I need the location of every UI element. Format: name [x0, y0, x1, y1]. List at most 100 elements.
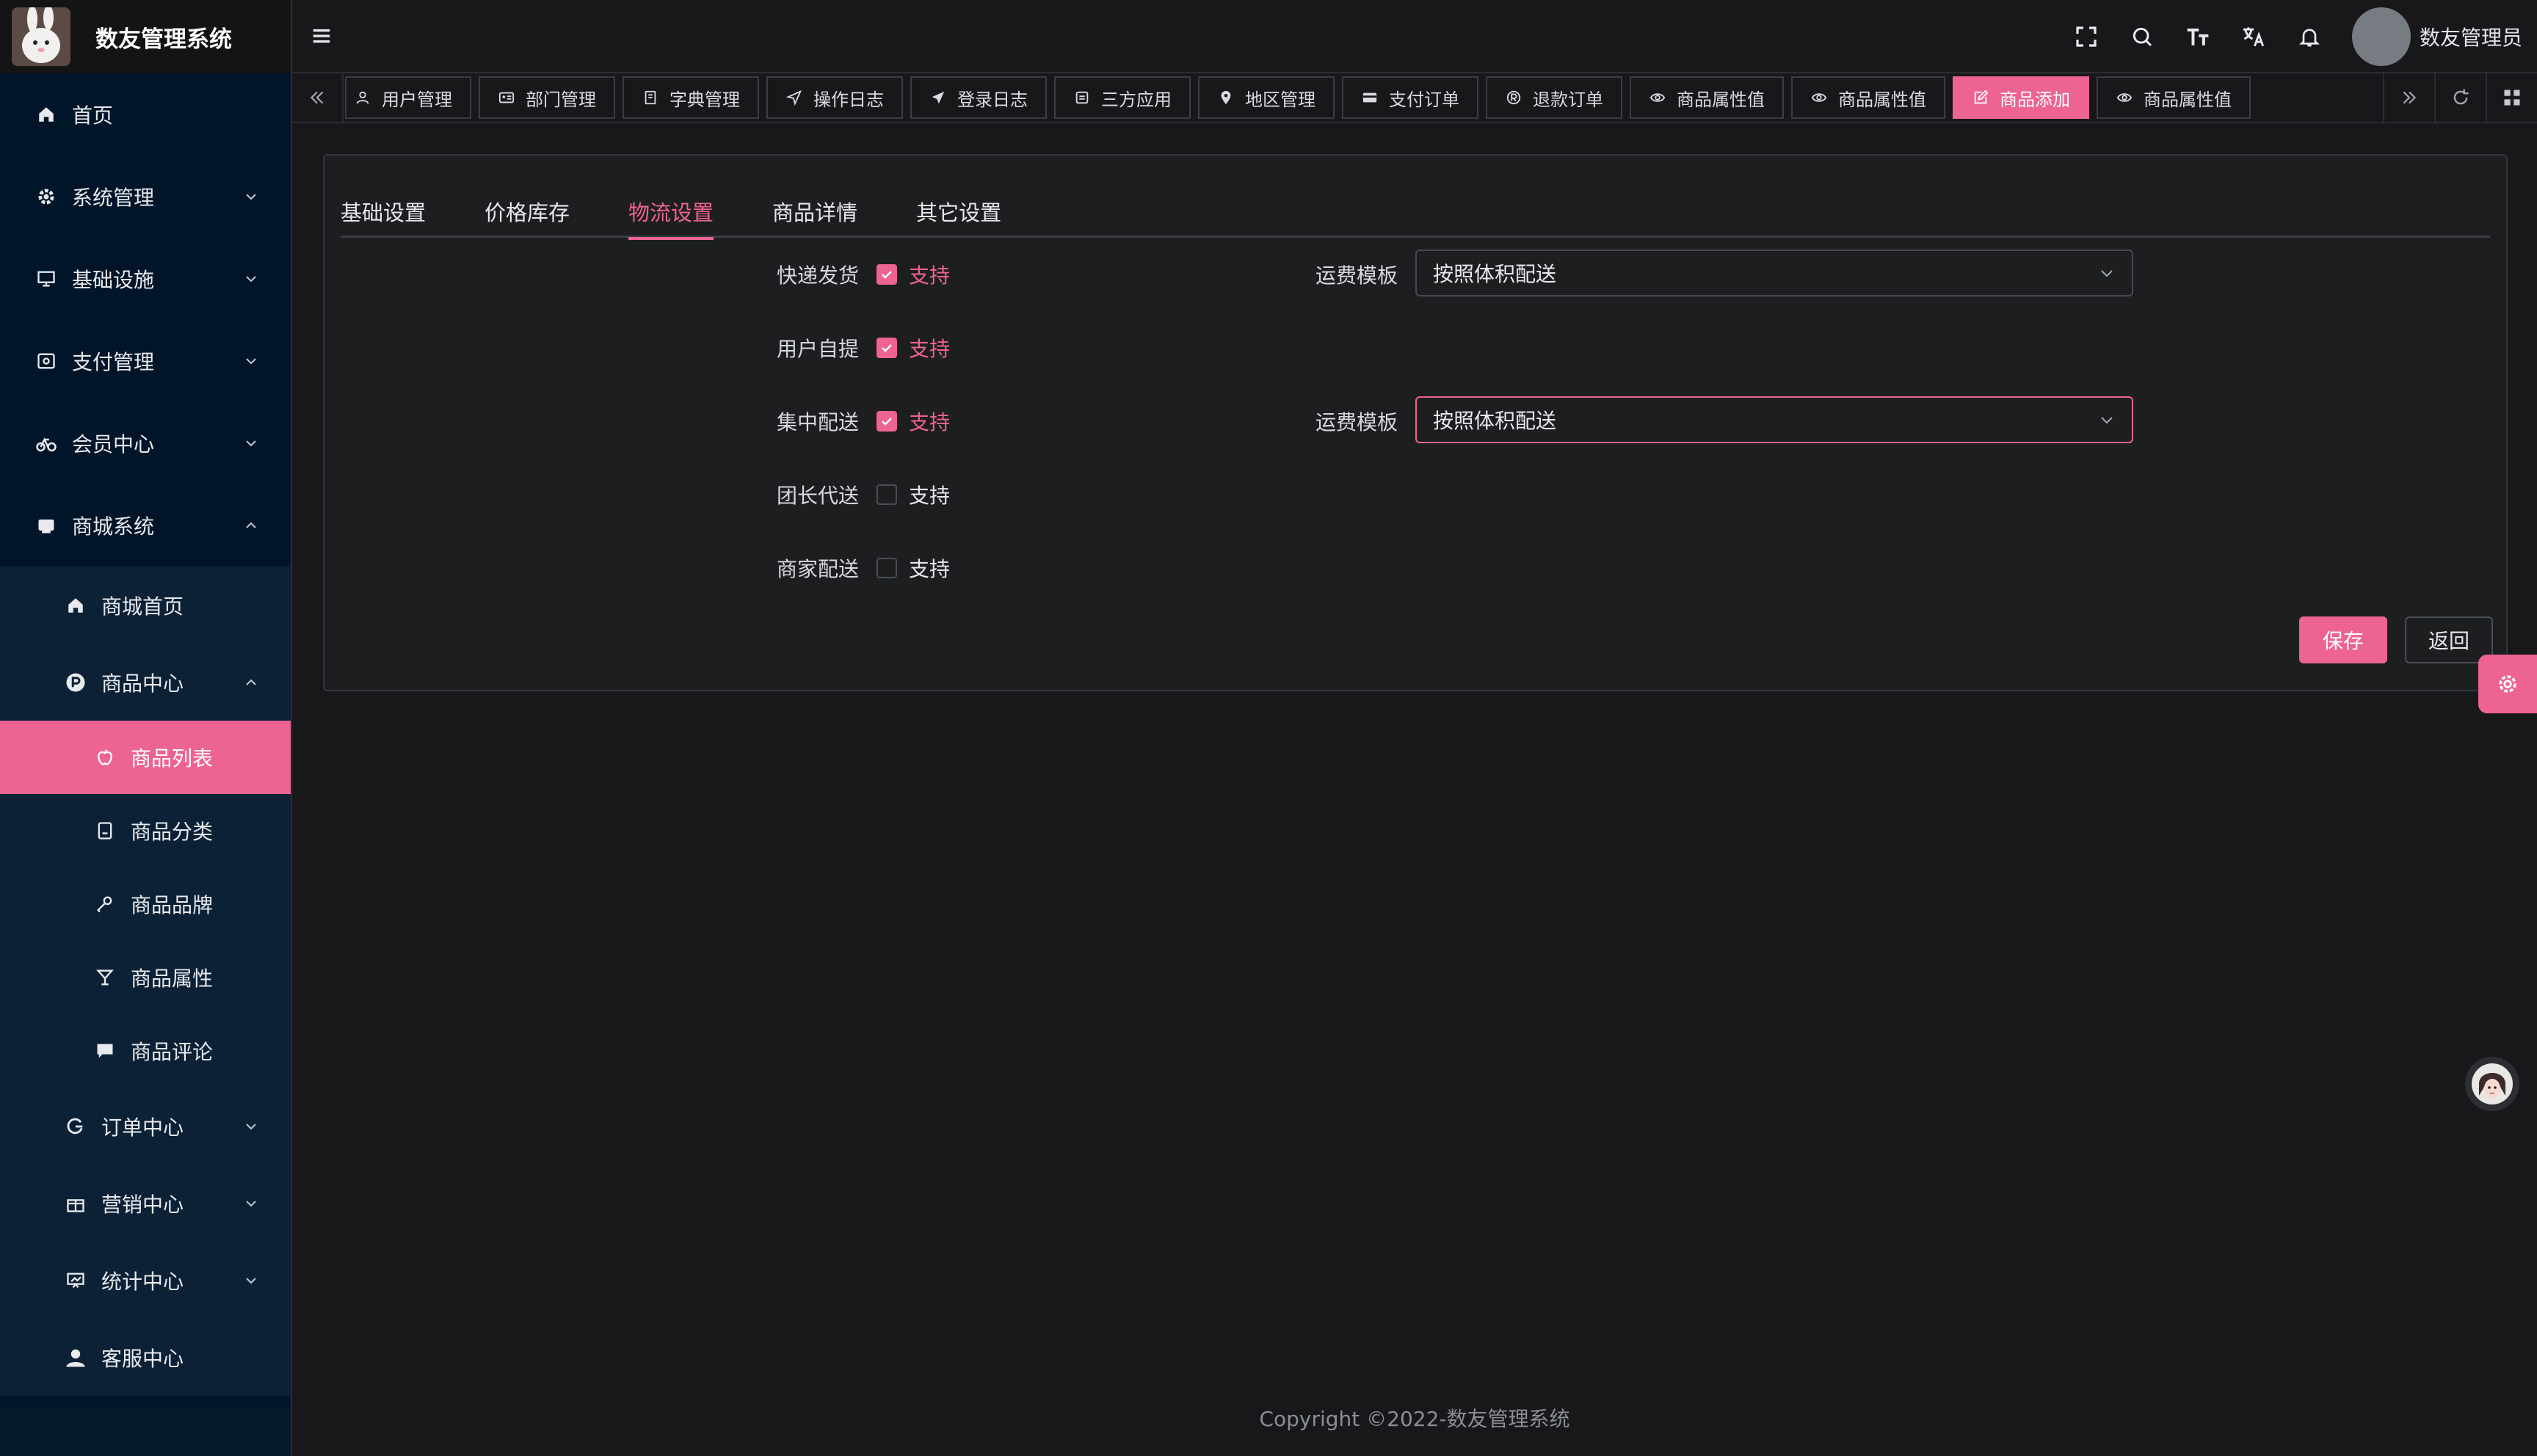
- brand[interactable]: 数友管理系统: [0, 0, 291, 73]
- tab-logistics-settings[interactable]: 物流设置: [628, 185, 714, 240]
- merchant-delivery-checkbox[interactable]: [876, 558, 898, 578]
- sidebar-item-mall[interactable]: 商城系统: [0, 484, 291, 567]
- tab-6[interactable]: 三方应用: [1054, 76, 1191, 119]
- tab-goods-detail[interactable]: 商品详情: [772, 185, 857, 238]
- sidebar-item-system[interactable]: 系统管理: [0, 156, 291, 238]
- sidebar-item-goods-list[interactable]: 商品列表: [0, 721, 291, 794]
- central-delivery-checkbox[interactable]: [876, 411, 898, 432]
- category-icon: [92, 818, 117, 843]
- sidebar-item-home[interactable]: 首页: [0, 73, 291, 156]
- tab-5[interactable]: 登录日志: [910, 76, 1047, 119]
- chevron-down-icon: [241, 1193, 261, 1214]
- assistant-avatar-button[interactable]: [2465, 1057, 2519, 1111]
- tab-label: 用户管理: [382, 89, 452, 110]
- save-button[interactable]: 保存: [2299, 616, 2387, 663]
- merchant-delivery-option[interactable]: 支持: [909, 553, 950, 583]
- sidebar-item-goods-category[interactable]: 商品分类: [0, 794, 291, 867]
- gear-icon: [2499, 675, 2516, 693]
- search-button[interactable]: [2114, 0, 2170, 73]
- gear-icon: [34, 184, 59, 209]
- tab-4[interactable]: 操作日志: [766, 76, 903, 119]
- tab-13[interactable]: 商品属性值: [2097, 76, 2251, 119]
- tabs-scroll-left-button[interactable]: [292, 73, 344, 123]
- express-delivery-option[interactable]: 支持: [909, 260, 950, 289]
- sidebar-item-member[interactable]: 会员中心: [0, 402, 291, 484]
- check-icon: [882, 418, 892, 426]
- tab-label: 商品添加: [2000, 89, 2070, 110]
- freight-template-select-1[interactable]: 按照体积配送: [1415, 250, 2133, 296]
- tab-other-settings[interactable]: 其它设置: [916, 185, 1001, 238]
- menu-toggle-button[interactable]: [292, 25, 351, 47]
- tab-price-stock[interactable]: 价格库存: [484, 185, 570, 238]
- leader-delivery-option[interactable]: 支持: [909, 480, 950, 509]
- settings-drawer-button[interactable]: [2478, 655, 2537, 713]
- central-delivery-option[interactable]: 支持: [909, 407, 950, 436]
- freight-template-select-2[interactable]: 按照体积配送: [1415, 396, 2133, 443]
- tab-label: 退款订单: [1533, 89, 1603, 110]
- top-header: 数友管理员: [292, 0, 2537, 73]
- tab-basic-settings[interactable]: 基础设置: [341, 185, 426, 238]
- sidebar-item-goods-comment[interactable]: 商品评论: [0, 1014, 291, 1088]
- fullscreen-button[interactable]: [2058, 0, 2114, 73]
- user-name[interactable]: 数友管理员: [2420, 22, 2522, 51]
- notification-button[interactable]: [2282, 0, 2337, 73]
- tab-3[interactable]: 字典管理: [623, 76, 759, 119]
- self-pickup-option[interactable]: 支持: [909, 333, 950, 363]
- font-size-button[interactable]: [2170, 0, 2226, 73]
- tabs-list: 用户管理 部门管理 字典管理 操作日志 登录日志 三方应用 地区管理 支付订单 退款订单 商品属性…: [344, 73, 2383, 123]
- leader-delivery-checkbox[interactable]: [876, 484, 898, 505]
- back-button[interactable]: 返回: [2405, 616, 2493, 663]
- chevron-down-icon: [2101, 270, 2113, 277]
- sidebar-item-label: 商品列表: [131, 746, 214, 771]
- sidebar-item-statistics[interactable]: 统计中心: [0, 1242, 291, 1319]
- header-tools: 数友管理员: [2058, 0, 2522, 73]
- tabs-scroll-right-button[interactable]: [2383, 73, 2434, 123]
- sidebar-item-order-center[interactable]: 订单中心: [0, 1088, 291, 1165]
- tab-7[interactable]: 地区管理: [1198, 76, 1335, 119]
- sidebar-item-goods-center[interactable]: 商品中心: [0, 644, 291, 721]
- tab-11[interactable]: 商品属性值: [1791, 76, 1945, 119]
- tab-12[interactable]: 商品添加: [1953, 76, 2089, 119]
- tab-10[interactable]: 商品属性值: [1630, 76, 1784, 119]
- app-name: 数友管理系统: [95, 26, 232, 53]
- sidebar-item-goods-brand[interactable]: 商品品牌: [0, 867, 291, 941]
- sidebar-item-label: 基础设施: [72, 268, 155, 292]
- tab-9[interactable]: 退款订单: [1486, 76, 1622, 119]
- chevron-down-icon: [241, 433, 261, 454]
- freight-template-row-1: 运费模板: [1315, 252, 1398, 296]
- shop-icon: [34, 513, 59, 538]
- avatar[interactable]: [2351, 7, 2411, 66]
- freight-template-label: 运费模板: [1315, 410, 1398, 434]
- tab-2[interactable]: 部门管理: [479, 76, 615, 119]
- check-icon: [882, 344, 892, 352]
- tab-1[interactable]: 用户管理: [345, 76, 471, 119]
- sidebar-item-mall-home[interactable]: 商城首页: [0, 567, 291, 644]
- language-button[interactable]: [2226, 0, 2282, 73]
- tab-label: 商品属性值: [2144, 89, 2232, 110]
- order-icon: [63, 1114, 88, 1139]
- freight-template-label: 运费模板: [1315, 263, 1398, 288]
- sidebar-item-label: 商品属性: [131, 967, 214, 991]
- card-icon: [1361, 89, 1379, 106]
- sidebar-item-goods-attr[interactable]: 商品属性: [0, 941, 291, 1014]
- sidebar-item-label: 客服中心: [101, 1346, 184, 1371]
- tab-8[interactable]: 支付订单: [1342, 76, 1478, 119]
- sidebar-item-payment[interactable]: 支付管理: [0, 320, 291, 402]
- bike-icon: [34, 431, 59, 456]
- select-value: 按照体积配送: [1433, 262, 1557, 286]
- express-delivery-checkbox[interactable]: [876, 264, 898, 285]
- refresh-button[interactable]: [2434, 73, 2486, 123]
- tags-view: 用户管理 部门管理 字典管理 操作日志 登录日志 三方应用 地区管理 支付订单 退款订单 商品属性…: [292, 73, 2537, 123]
- self-pickup-checkbox[interactable]: [876, 338, 898, 358]
- sidebar-item-marketing[interactable]: 营销中心: [0, 1165, 291, 1242]
- user-icon: [354, 89, 371, 106]
- idcard-icon: [498, 89, 515, 106]
- home-icon: [63, 593, 88, 618]
- tabs-menu-button[interactable]: [2486, 73, 2537, 123]
- sidebar-item-infra[interactable]: 基础设施: [0, 238, 291, 320]
- merchant-delivery-row: 商家配送 支持: [777, 546, 950, 590]
- sidebar: 数友管理系统 首页 系统管理 基础设施 支付管理 会员中心 商城系统 商城首页 …: [0, 0, 292, 1456]
- sidebar-item-service[interactable]: 客服中心: [0, 1319, 291, 1396]
- hamburger-icon: [313, 29, 330, 43]
- select-value: 按照体积配送: [1433, 409, 1557, 433]
